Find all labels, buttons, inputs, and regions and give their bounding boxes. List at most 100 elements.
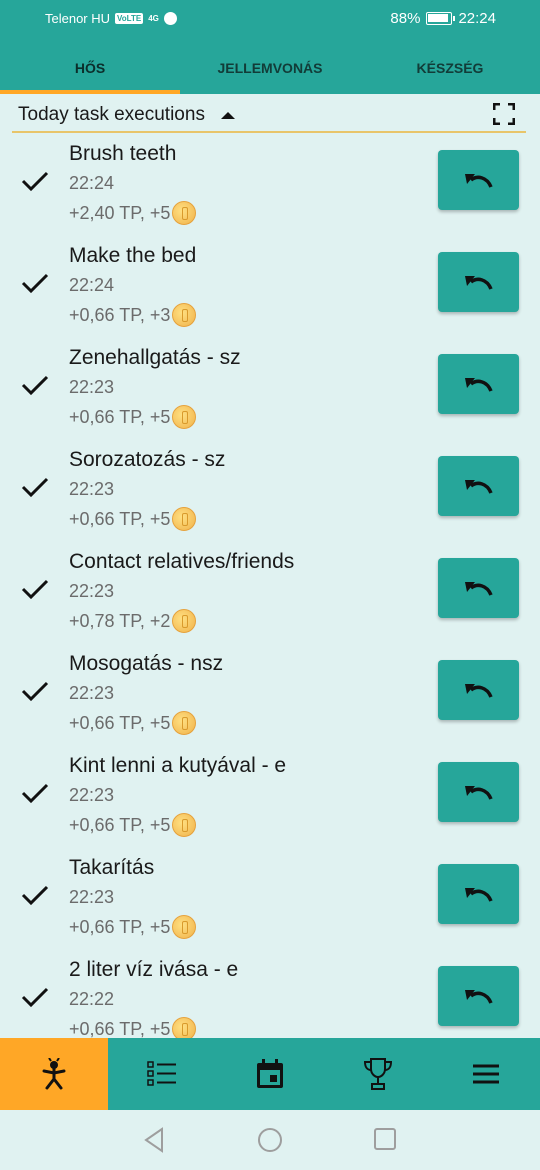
task-reward: +0,78 TP, +2 [69, 609, 197, 633]
coin-icon [172, 303, 197, 327]
undo-button[interactable] [438, 354, 519, 414]
coin-icon [172, 915, 197, 939]
task-row: Zenehallgatás - sz 22:23 +0,66 TP, +5 [0, 340, 540, 442]
task-row: 2 liter víz ivása - e 22:22 +0,66 TP, +5 [0, 952, 540, 1038]
task-reward: +2,40 TP, +5 [69, 201, 197, 225]
reward-text: +2,40 TP, +5 [69, 202, 171, 223]
task-name: Sorozatozás - sz [69, 448, 226, 471]
check-icon [21, 273, 49, 294]
task-reward: +0,66 TP, +5 [69, 1017, 197, 1039]
undo-button[interactable] [438, 966, 519, 1026]
nav-trophy[interactable] [324, 1038, 432, 1110]
task-reward: +0,66 TP, +3 [69, 303, 197, 327]
tab-label: JELLEMVONÁS [217, 60, 323, 76]
task-reward: +0,66 TP, +5 [69, 915, 197, 939]
check-icon [21, 885, 49, 906]
undo-icon [464, 582, 493, 596]
check-icon [21, 375, 49, 396]
task-name: Takarítás [69, 856, 155, 879]
section-header[interactable]: Today task executions [0, 94, 540, 134]
undo-icon [464, 786, 493, 800]
hero-icon [42, 1058, 66, 1090]
reward-text: +0,66 TP, +5 [69, 406, 171, 427]
coin-icon [172, 507, 197, 531]
coin-icon [172, 609, 197, 633]
check-icon [21, 681, 49, 702]
task-list[interactable]: Brush teeth 22:24 +2,40 TP, +5 Make the bed… [0, 136, 540, 1038]
menu-icon [473, 1064, 499, 1084]
undo-icon [464, 378, 493, 392]
tab-label: HŐS [74, 60, 106, 76]
check-icon [21, 579, 49, 600]
tab-jellemvonas[interactable]: JELLEMVONÁS [180, 40, 360, 94]
tab-hos[interactable]: HŐS [0, 40, 180, 94]
reward-text: +0,66 TP, +3 [69, 304, 171, 325]
task-time: 22:23 [69, 785, 115, 805]
task-row: Contact relatives/friends 22:23 +0,78 TP, … [0, 544, 540, 646]
task-name: Brush teeth [69, 142, 177, 165]
list-icon [147, 1061, 176, 1086]
clock: 22:24 [458, 10, 496, 27]
task-reward: +0,66 TP, +5 [69, 711, 197, 735]
reward-text: +0,66 TP, +5 [69, 814, 171, 835]
home-icon[interactable] [257, 1127, 283, 1153]
header-divider [12, 131, 526, 133]
undo-button[interactable] [438, 252, 519, 312]
tab-label: KÉSZSÉG [416, 60, 484, 76]
undo-button[interactable] [438, 864, 519, 924]
caret-up-icon[interactable] [221, 112, 235, 119]
volte-badge: VoLTE [115, 13, 144, 24]
task-name: Mosogatás - nsz [69, 652, 224, 675]
task-time: 22:24 [69, 173, 115, 193]
undo-button[interactable] [438, 660, 519, 720]
nav-list[interactable] [108, 1038, 216, 1110]
undo-button[interactable] [438, 150, 519, 210]
coin-icon [172, 711, 197, 735]
task-reward: +0,66 TP, +5 [69, 813, 197, 837]
battery-icon [426, 12, 456, 25]
task-row: Mosogatás - nsz 22:23 +0,66 TP, +5 [0, 646, 540, 748]
nav-hero[interactable] [0, 1038, 108, 1110]
status-bar: Telenor HU VoLTE 4G 88% 22:24 [0, 0, 540, 40]
trophy-icon [363, 1058, 393, 1090]
reward-text: +0,66 TP, +5 [69, 508, 171, 529]
undo-icon [464, 276, 493, 290]
messenger-icon [163, 12, 177, 25]
task-time: 22:23 [69, 479, 115, 499]
task-time: 22:23 [69, 887, 115, 907]
fullscreen-icon[interactable] [493, 103, 515, 125]
undo-button[interactable] [438, 558, 519, 618]
task-time: 22:23 [69, 683, 115, 703]
task-row: Takarítás 22:23 +0,66 TP, +5 [0, 850, 540, 952]
undo-button[interactable] [438, 762, 519, 822]
tab-keszseg[interactable]: KÉSZSÉG [360, 40, 540, 94]
task-name: Zenehallgatás - sz [69, 346, 241, 369]
undo-button[interactable] [438, 456, 519, 516]
task-row: Brush teeth 22:24 +2,40 TP, +5 [0, 136, 540, 238]
reward-text: +0,78 TP, +2 [69, 610, 171, 631]
undo-icon [464, 174, 493, 188]
coin-icon [172, 201, 197, 225]
task-row: Kint lenni a kutyával - e 22:23 +0,66 TP, … [0, 748, 540, 850]
bottom-nav [0, 1038, 540, 1110]
task-name: Kint lenni a kutyával - e [69, 754, 287, 777]
undo-icon [464, 480, 493, 494]
tab-bar: HŐS JELLEMVONÁS KÉSZSÉG [0, 40, 540, 94]
task-reward: +0,66 TP, +5 [69, 405, 197, 429]
task-name: Make the bed [69, 244, 197, 267]
check-icon [21, 171, 49, 192]
coin-icon [172, 405, 197, 429]
task-time: 22:23 [69, 581, 115, 601]
check-icon [21, 987, 49, 1008]
nav-calendar[interactable] [216, 1038, 324, 1110]
reward-text: +0,66 TP, +5 [69, 1018, 171, 1039]
check-icon [21, 477, 49, 498]
status-right: 88% 22:24 [390, 10, 496, 27]
back-icon[interactable] [142, 1127, 166, 1153]
recents-icon[interactable] [373, 1127, 397, 1151]
coin-icon [172, 1017, 197, 1038]
nav-menu[interactable] [432, 1038, 540, 1110]
carrier-label: Telenor HU [45, 11, 111, 26]
check-icon [21, 783, 49, 804]
task-name: 2 liter víz ivása - e [69, 958, 239, 981]
